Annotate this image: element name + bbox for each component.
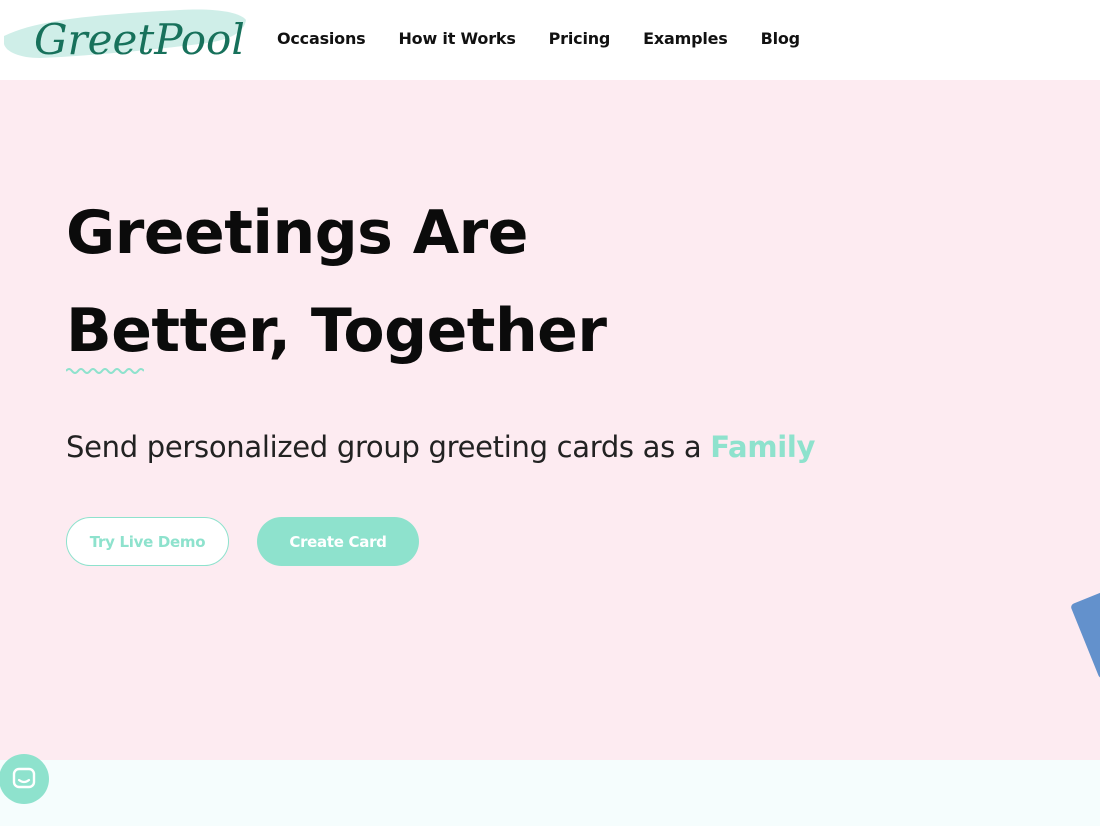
- nav-examples[interactable]: Examples: [643, 28, 728, 52]
- hero-subtitle-text: Send personalized group greeting cards a…: [66, 430, 711, 464]
- logo-brush-icon: GreetPool: [4, 9, 246, 64]
- try-live-demo-button[interactable]: Try Live Demo: [66, 517, 229, 566]
- main-nav: Occasions How it Works Pricing Examples …: [277, 28, 833, 52]
- nav-how-it-works[interactable]: How it Works: [398, 28, 515, 52]
- nav-blog[interactable]: Blog: [761, 28, 801, 52]
- chat-button[interactable]: [0, 754, 49, 804]
- hero-title-line-1: Greetings Are: [66, 198, 528, 268]
- hero-title-line-2: Better, Together: [66, 296, 607, 366]
- hero-section: Greetings Are Better, Together Send pers…: [0, 80, 1100, 760]
- nav-occasions[interactable]: Occasions: [277, 28, 366, 52]
- feedback-tab-icon[interactable]: [1070, 582, 1100, 680]
- squiggle-underline-icon: [66, 368, 144, 374]
- hero-subtitle: Send personalized group greeting cards a…: [66, 427, 815, 467]
- logo-wordmark: GreetPool: [34, 15, 245, 64]
- nav-pricing[interactable]: Pricing: [549, 28, 611, 52]
- brand-logo[interactable]: GreetPool: [0, 0, 250, 80]
- create-card-button[interactable]: Create Card: [257, 517, 419, 566]
- next-section: [0, 760, 1100, 826]
- hero-title: Greetings Are Better, Together: [66, 184, 607, 380]
- site-header: GreetPool Occasions How it Works Pricing…: [0, 0, 1100, 80]
- hero-subtitle-accent: Family: [710, 430, 816, 464]
- chat-bubble-icon: [12, 767, 36, 789]
